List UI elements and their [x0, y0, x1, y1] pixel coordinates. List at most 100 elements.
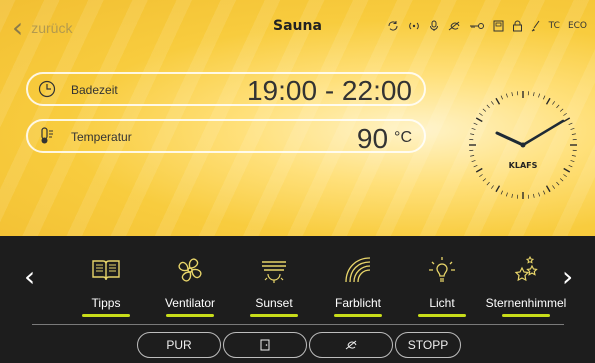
- function-label: Sunset: [255, 296, 293, 310]
- bathing-time-field[interactable]: Badezeit 19:00 - 22:00: [26, 72, 426, 106]
- function-label: Ventilator: [164, 296, 216, 310]
- clock-tick: [568, 165, 573, 168]
- clock-tick: [559, 108, 564, 112]
- function-licht[interactable]: Licht: [400, 250, 484, 328]
- clock-tick: [563, 167, 571, 173]
- clock-tick: [482, 178, 487, 182]
- door-icon: [493, 20, 504, 32]
- active-indicator: [82, 314, 130, 317]
- temperature-label: Temperatur: [71, 130, 132, 144]
- clock-tick: [495, 97, 501, 105]
- divider: [32, 324, 564, 325]
- lightbulb-icon: [429, 257, 455, 282]
- clock-tick: [473, 165, 478, 168]
- prev-arrow-button[interactable]: ‹: [24, 260, 35, 293]
- clock-tick: [559, 178, 564, 182]
- bathing-time-label: Badezeit: [71, 83, 118, 97]
- clock-icon: [38, 80, 56, 98]
- clock-tick: [479, 174, 483, 178]
- clock-tick: [533, 193, 535, 198]
- clock-tick: [511, 92, 513, 97]
- clock-tick: [470, 133, 475, 135]
- clock-tick: [490, 101, 494, 105]
- clock-tick: [570, 127, 575, 130]
- clock-tick: [568, 122, 573, 125]
- temperature-unit: °C: [394, 129, 412, 146]
- clock-tick: [571, 133, 576, 135]
- clock-tick: [538, 192, 541, 197]
- fan-icon: [178, 258, 202, 282]
- clock-tick: [505, 93, 508, 98]
- clock-tick: [471, 160, 476, 163]
- clock-tick: [571, 155, 576, 157]
- clock-tick: [495, 185, 501, 193]
- clock-tick: [543, 190, 546, 195]
- status-bar: TC ECO: [387, 20, 587, 32]
- clock-tick: [533, 92, 535, 97]
- clock-tick: [500, 95, 503, 100]
- clock-tick: [471, 127, 476, 130]
- clock-tick: [552, 185, 556, 189]
- function-sternenhimmel[interactable]: Sternenhimmel: [484, 250, 568, 328]
- brush-icon: [531, 20, 540, 32]
- function-label: Tipps: [91, 296, 121, 310]
- active-indicator: [418, 314, 466, 317]
- active-indicator: [334, 314, 382, 317]
- clock-tick: [563, 117, 571, 123]
- clock-tick: [570, 160, 575, 163]
- clock-tick: [538, 93, 541, 98]
- clock-minute-hand: [521, 119, 565, 147]
- rainbow-icon: [345, 257, 371, 283]
- key-icon: [469, 23, 484, 29]
- clock-hour-hand: [495, 131, 525, 147]
- function-label: Licht: [429, 296, 455, 310]
- door-icon: [260, 339, 270, 351]
- active-indicator: [250, 314, 298, 317]
- clock-tick: [552, 101, 556, 105]
- clock-tick: [545, 97, 551, 105]
- function-sunset[interactable]: Sunset: [232, 250, 316, 328]
- function-farblicht[interactable]: Farblicht: [316, 250, 400, 328]
- microphone-icon: [429, 20, 438, 31]
- clock-tick: [490, 185, 494, 189]
- clock-tick: [556, 181, 560, 186]
- active-indicator: [502, 314, 550, 317]
- clock-tick: [475, 117, 483, 123]
- function-panel: ‹ › Tipps Ventilator Sunset Farblicht Li…: [0, 236, 595, 363]
- eco-status-text: ECO: [567, 21, 587, 31]
- tc-status-text: TC: [548, 21, 560, 31]
- clock-center: [520, 142, 526, 148]
- lock-icon: [512, 20, 522, 32]
- clock-tick: [545, 185, 551, 193]
- fan-button[interactable]: [309, 332, 393, 358]
- clock-tick: [511, 193, 513, 198]
- clock-tick: [486, 104, 490, 109]
- clock-tick: [556, 104, 560, 109]
- function-list: Tipps Ventilator Sunset Farblicht Licht …: [64, 250, 566, 328]
- clock-tick: [500, 190, 503, 195]
- header: ‹ zurück Sauna TC ECO: [0, 0, 595, 56]
- fan-icon: [448, 21, 460, 31]
- thermometer-icon: [41, 127, 53, 144]
- temperature-value-group: 90 °C: [357, 121, 412, 156]
- pur-button[interactable]: PUR: [137, 332, 221, 358]
- stopp-button[interactable]: STOPP: [395, 332, 461, 358]
- bathing-time-value: 19:00 - 22:00: [246, 75, 412, 106]
- clock-tick: [563, 112, 567, 116]
- clock-tick: [470, 155, 475, 157]
- broadcast-icon: [408, 22, 419, 30]
- temperature-field[interactable]: Temperatur 90 °C: [26, 119, 426, 156]
- active-indicator: [166, 314, 214, 317]
- clock-tick: [563, 174, 567, 178]
- stars-icon: [514, 255, 538, 282]
- function-label: Farblicht: [334, 296, 381, 310]
- door-button[interactable]: [223, 332, 307, 358]
- clock-tick: [482, 108, 487, 112]
- function-tipps[interactable]: Tipps: [64, 250, 148, 328]
- sunset-icon: [262, 261, 286, 283]
- clock-tick: [475, 167, 483, 173]
- clock-tick: [486, 181, 490, 186]
- analog-clock: KLAFS: [469, 91, 577, 199]
- function-ventilator[interactable]: Ventilator: [148, 250, 232, 328]
- main-display: ‹ zurück Sauna TC ECO Badezeit 19:00 - 2…: [0, 0, 595, 236]
